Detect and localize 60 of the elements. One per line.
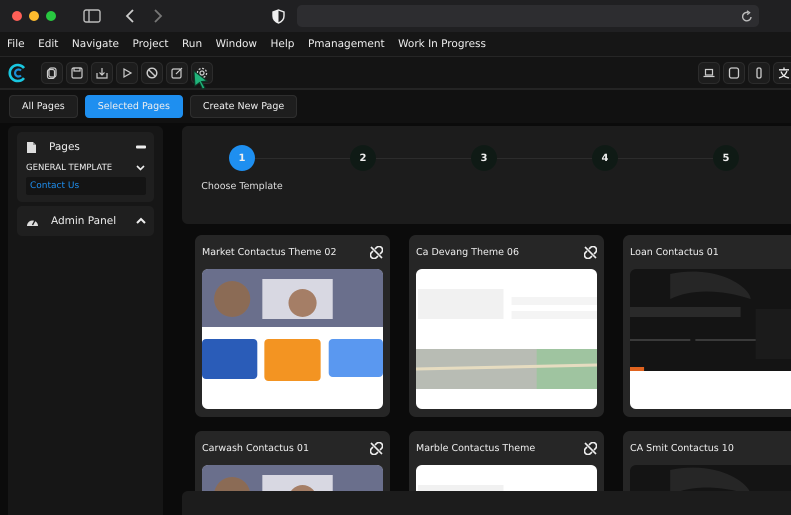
section-title[interactable]: Admin Panel [51, 215, 116, 227]
cursor-icon [193, 70, 209, 90]
template-card[interactable]: Loan Contactus 01 [623, 235, 791, 417]
save-icon[interactable] [66, 62, 88, 84]
page-tab[interactable]: Create New Page [190, 95, 298, 118]
block-icon[interactable] [141, 62, 163, 84]
unlink-icon[interactable] [370, 246, 383, 258]
step-circle[interactable]: 5 [713, 145, 739, 171]
template-title: Loan Contactus 01 [630, 246, 719, 258]
menu-item[interactable]: Run [182, 38, 202, 50]
template-card[interactable]: Carwash Contactus 01 [195, 431, 390, 491]
minimize-light-icon[interactable] [29, 11, 39, 21]
template-card[interactable]: CA Smit Contactus 10 [623, 431, 791, 491]
shield-icon [272, 8, 285, 24]
chevron-down-icon[interactable] [136, 164, 145, 172]
phone-icon[interactable] [748, 62, 770, 84]
page-tab[interactable]: All Pages [9, 95, 78, 118]
group-title[interactable]: GENERAL TEMPLATE [26, 163, 112, 173]
template-card[interactable]: Market Contactus Theme 02 [195, 235, 390, 417]
laptop-icon[interactable] [698, 62, 720, 84]
menu-item[interactable]: Project [132, 38, 168, 50]
template-title: Market Contactus Theme 02 [202, 246, 337, 258]
back-icon[interactable] [125, 8, 135, 24]
sidebar-item[interactable]: Contact Us [26, 177, 146, 195]
tablet-icon[interactable] [723, 62, 745, 84]
unlink-icon[interactable] [584, 246, 597, 258]
download-icon[interactable] [91, 62, 113, 84]
logo-icon [8, 62, 28, 82]
template-title: CA Smit Contactus 10 [630, 442, 734, 454]
menu-item[interactable]: Help [270, 38, 294, 50]
menu-item[interactable]: Window [216, 38, 258, 50]
menu-item[interactable]: File [7, 38, 25, 50]
step-circle[interactable]: 4 [592, 145, 618, 171]
play-icon[interactable] [116, 62, 138, 84]
sidebar-icon[interactable] [83, 9, 101, 23]
edit-icon[interactable] [166, 62, 188, 84]
unlink-icon[interactable] [584, 442, 597, 454]
template-card[interactable]: Marble Contactus Theme [409, 431, 604, 491]
page-icon [26, 140, 37, 154]
zoom-light-icon[interactable] [46, 11, 56, 21]
forward-icon[interactable] [153, 8, 163, 24]
template-title: Marble Contactus Theme [416, 442, 536, 454]
step-label: Choose Template [201, 181, 283, 192]
menu-item[interactable]: Pmanagement [308, 38, 385, 50]
close-light-icon[interactable] [12, 11, 22, 21]
chevron-up-icon[interactable] [136, 216, 146, 226]
template-title: Ca Devang Theme 06 [416, 246, 520, 258]
translate-icon[interactable] [773, 62, 791, 84]
step-circle[interactable]: 3 [471, 145, 497, 171]
menu-item[interactable]: Navigate [72, 38, 120, 50]
address-field[interactable] [297, 5, 759, 27]
reload-icon[interactable] [741, 10, 753, 22]
menu-item[interactable]: Edit [38, 38, 58, 50]
copy-icon[interactable] [41, 62, 63, 84]
unlink-icon[interactable] [370, 442, 383, 454]
step-circle[interactable]: 2 [350, 145, 376, 171]
template-card[interactable]: Ca Devang Theme 06 [409, 235, 604, 417]
section-title[interactable]: Pages [49, 141, 80, 153]
template-title: Carwash Contactus 01 [202, 442, 309, 454]
menu-item[interactable]: Work In Progress [398, 38, 486, 50]
